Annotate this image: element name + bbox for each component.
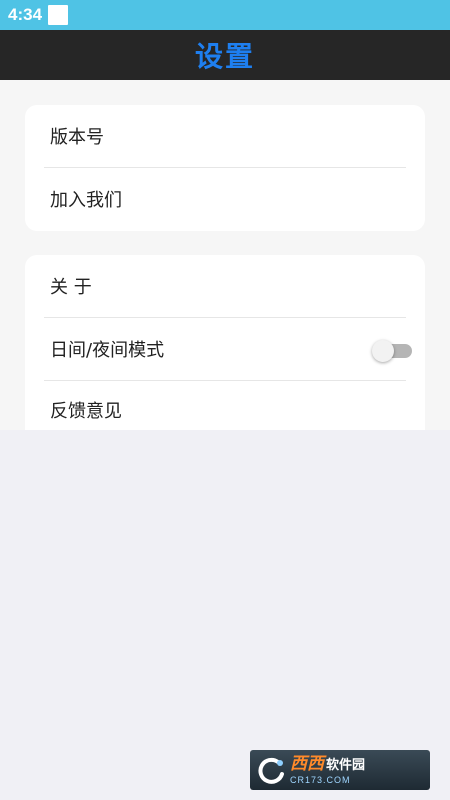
settings-item-label: 关 于	[50, 277, 92, 298]
settings-content: 版本号 加入我们 关 于 日间/夜间模式 反馈意见	[0, 80, 450, 430]
settings-item-join-us[interactable]: 加入我们	[25, 168, 425, 230]
settings-item-feedback[interactable]: 反馈意见	[25, 381, 425, 430]
toggle-knob	[372, 340, 394, 362]
settings-item-label: 版本号	[50, 127, 104, 148]
day-night-toggle[interactable]	[372, 340, 412, 362]
status-bar: 4:34	[0, 0, 450, 30]
app-bar: 设置	[0, 30, 450, 80]
watermark: 西西 软件园 CR173.COM	[250, 750, 430, 790]
settings-group-1: 版本号 加入我们	[25, 105, 425, 231]
watermark-suffix: 软件园	[326, 757, 366, 773]
watermark-logo-icon	[258, 757, 284, 784]
settings-item-label: 加入我们	[50, 190, 122, 211]
watermark-domain: CR173.COM	[290, 774, 351, 785]
settings-group-2: 关 于 日间/夜间模式 反馈意见	[25, 255, 425, 430]
page-title: 设置	[194, 40, 255, 73]
status-time: 4:34	[8, 5, 43, 24]
empty-area	[0, 430, 450, 800]
settings-item-version[interactable]: 版本号	[25, 105, 425, 167]
notification-icon	[48, 5, 69, 25]
settings-item-label: 日间/夜间模式	[50, 340, 165, 361]
settings-item-day-night-mode: 日间/夜间模式	[25, 318, 425, 380]
settings-item-label: 反馈意见	[50, 401, 122, 422]
settings-item-about[interactable]: 关 于	[25, 255, 425, 317]
watermark-brand: 西西	[290, 753, 324, 774]
